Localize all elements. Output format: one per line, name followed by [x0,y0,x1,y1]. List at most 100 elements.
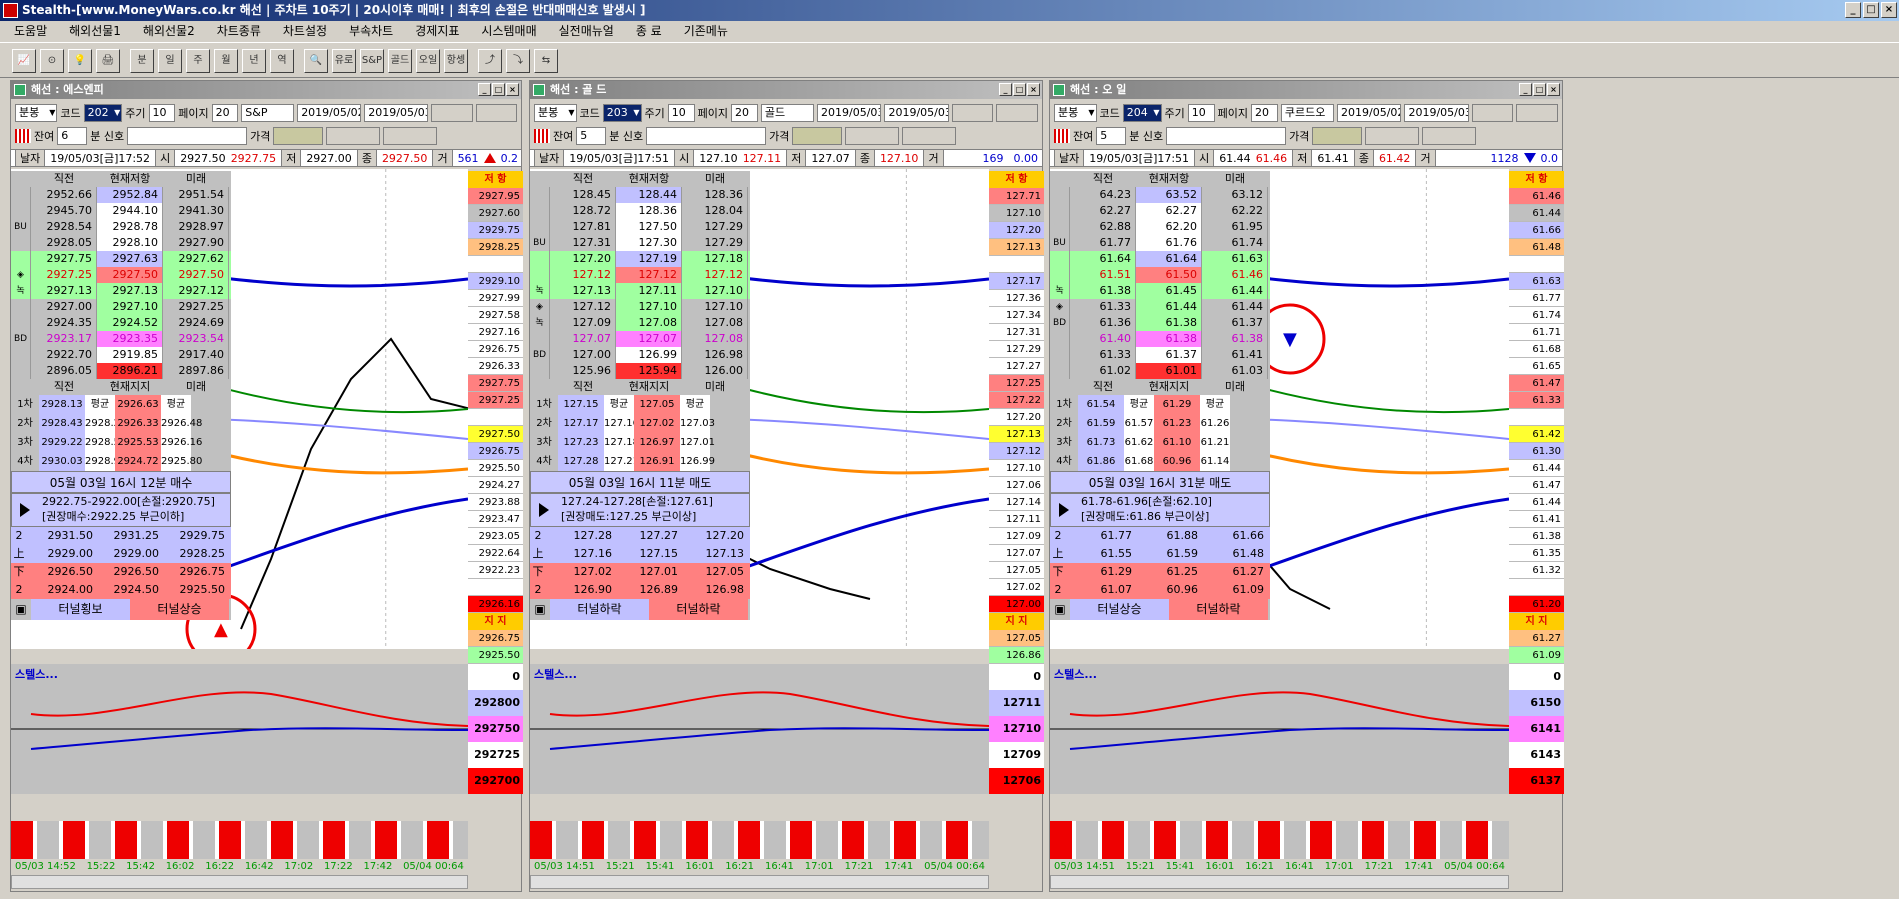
toolbar-button[interactable]: ⤴ [478,49,502,73]
toolbar-button[interactable]: 항셍 [444,49,468,73]
cycle-input[interactable]: 10 [148,103,176,122]
blank-field[interactable] [996,103,1038,122]
remain-input[interactable]: 5 [1096,126,1127,145]
code-select[interactable]: 202 [83,103,123,122]
minimize-button[interactable]: _ [999,83,1012,96]
symbol-field[interactable]: S&P [241,103,295,122]
blank-field[interactable] [475,103,517,122]
menu-item[interactable]: 도움말 [14,21,47,41]
level-value: 2929.75 [179,529,226,542]
page-input[interactable]: 20 [1251,103,1278,122]
close-button[interactable]: × [1881,2,1897,18]
date-to-field[interactable]: 2019/05/03 [884,103,949,122]
period-select[interactable]: 분봉 [1054,103,1097,122]
minimize-button[interactable]: _ [478,83,491,96]
date-from-field[interactable]: 2019/05/03 [817,103,882,122]
date-from-field[interactable]: 2019/05/02 [297,103,362,122]
blank-field[interactable] [431,103,473,122]
toolbar-button[interactable]: 년 [242,49,266,73]
play-icon[interactable] [1059,503,1069,517]
horizontal-scrollbar[interactable] [1050,875,1509,889]
minimize-button[interactable]: _ [1845,2,1861,18]
indicator-chart[interactable]: 스텔스... [530,664,990,794]
play-icon[interactable] [20,503,30,517]
menu-item[interactable]: 차트설정 [283,21,327,41]
level-value: 2929.00 [47,547,94,560]
date-to-field[interactable]: 2019/05/03 [364,103,429,122]
toolbar-button[interactable]: 🖨 [96,49,120,73]
period-select[interactable]: 분봉 [15,103,58,122]
menu-item[interactable]: 차트종류 [217,21,261,41]
toolbar-button[interactable]: 오일 [416,49,440,73]
horizontal-scrollbar[interactable] [530,875,989,889]
time-label: 05/04 00:64 [1444,861,1505,872]
symbol-field[interactable]: 쿠르드오 [1280,103,1334,122]
code-select[interactable]: 204 [1122,103,1162,122]
page-input[interactable]: 20 [211,103,239,122]
price-info-bar: 날자 19/05/03[금]17:51 시 61.44 61.46 저 61.4… [1050,149,1562,167]
toolbar-button[interactable]: 💡 [68,49,92,73]
blank-field[interactable] [1422,126,1477,145]
toolbar-button[interactable]: 주 [186,49,210,73]
time-label: 16:02 [165,861,195,872]
blank-field[interactable] [845,126,900,145]
date-to-field[interactable]: 2019/05/03 [1404,103,1469,122]
blank-field[interactable] [1516,103,1558,122]
date-from-field[interactable]: 2019/05/02 [1337,103,1402,122]
close-button[interactable]: × [1027,83,1040,96]
minimize-button[interactable]: _ [1519,83,1532,96]
remain-input[interactable]: 5 [576,126,607,145]
remain-input[interactable]: 6 [57,126,88,145]
blank-field[interactable] [1365,126,1420,145]
toolbar-button[interactable]: ⇆ [534,49,558,73]
close-button[interactable]: × [1547,83,1560,96]
menu-item[interactable]: 해외선물2 [143,21,195,41]
toolbar-button[interactable]: 일 [158,49,182,73]
toolbar-button[interactable]: ⤵ [506,49,530,73]
toolbar-button[interactable]: ⊙ [40,49,64,73]
signal-field[interactable] [127,126,248,145]
indicator-chart[interactable]: 스텔스... [11,664,469,794]
menu-item[interactable]: 기존메뉴 [684,21,728,41]
menu-item[interactable]: 해외선물1 [69,21,121,41]
signal-field[interactable] [646,126,767,145]
toolbar-button[interactable]: 역 [270,49,294,73]
price-field[interactable] [1312,126,1363,145]
cycle-input[interactable]: 10 [1187,103,1215,122]
cycle-input[interactable]: 10 [667,103,695,122]
horizontal-scrollbar[interactable] [11,875,468,889]
menu-item[interactable]: 시스템매매 [481,21,536,41]
ma-value: 2926.63 [115,395,161,414]
indicator-value: 0 [989,664,1044,690]
blank-field[interactable] [326,126,381,145]
maximize-button[interactable]: □ [1533,83,1546,96]
toolbar-button[interactable]: 월 [214,49,238,73]
toolbar-button[interactable]: 골드 [388,49,412,73]
symbol-field[interactable]: 골드 [760,103,814,122]
blank-field[interactable] [383,126,438,145]
close-button[interactable]: × [506,83,519,96]
toolbar-button[interactable]: S&P [360,49,384,73]
maximize-button[interactable]: □ [492,83,505,96]
code-select[interactable]: 203 [602,103,642,122]
menu-item[interactable]: 실전매뉴얼 [559,21,614,41]
maximize-button[interactable]: □ [1013,83,1026,96]
page-input[interactable]: 20 [731,103,758,122]
toolbar-button[interactable]: 📈 [12,49,36,73]
blank-field[interactable] [902,126,957,145]
blank-field[interactable] [951,103,994,122]
indicator-chart[interactable]: 스텔스... [1050,664,1510,794]
price-field[interactable] [273,126,324,145]
period-select[interactable]: 분봉 [534,103,577,122]
play-icon[interactable] [539,503,549,517]
toolbar-button[interactable]: 유로 [332,49,356,73]
price-field[interactable] [792,126,843,145]
toolbar-button[interactable]: 분 [130,49,154,73]
maximize-button[interactable]: □ [1863,2,1879,18]
blank-field[interactable] [1471,103,1514,122]
menu-item[interactable]: 경제지표 [415,21,459,41]
signal-field[interactable] [1166,126,1287,145]
menu-item[interactable]: 종 료 [636,21,662,41]
toolbar-button[interactable]: 🔍 [304,49,328,73]
menu-item[interactable]: 부속차트 [349,21,393,41]
